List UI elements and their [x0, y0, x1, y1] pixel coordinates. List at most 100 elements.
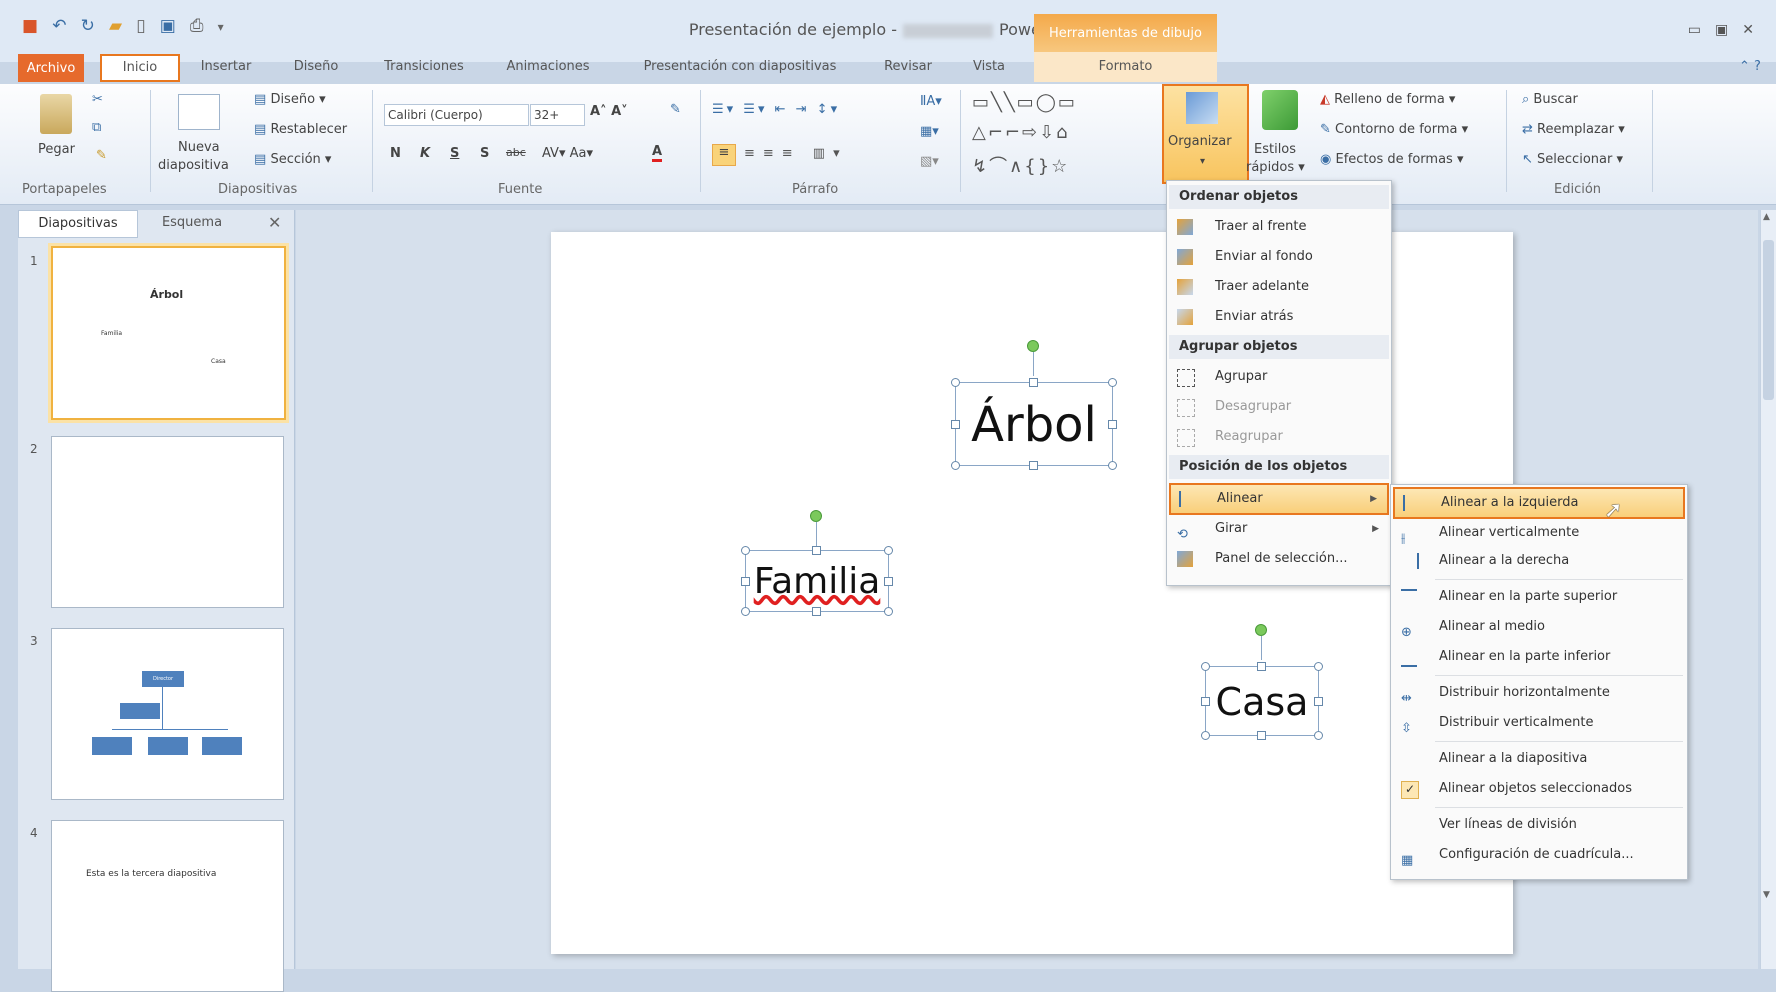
buscar-button[interactable]: ⌕ Buscar [1522, 92, 1578, 107]
submenu-item-configuracion-cuadricula[interactable]: ▦ Configuración de cuadrícula... [1393, 841, 1685, 869]
menu-item-panel-seleccion[interactable]: Panel de selección... [1169, 545, 1389, 573]
format-painter-icon[interactable]: ✎ [96, 148, 107, 163]
restablecer-button[interactable]: ▤ Restablecer [254, 122, 347, 137]
menu-item-girar[interactable]: ⟲ Girar ▶ [1169, 515, 1389, 543]
tab-transiciones[interactable]: Transiciones [376, 52, 472, 82]
align-left-icon [1403, 495, 1421, 511]
seccion-button[interactable]: ▤ Sección ▾ [254, 152, 331, 167]
maximize-icon[interactable]: ▣ [1715, 22, 1742, 38]
tab-insertar[interactable]: Insertar [196, 52, 256, 82]
tab-presentacion[interactable]: Presentación con diapositivas [630, 52, 850, 82]
font-color-icon[interactable]: A [652, 144, 663, 162]
diseno-button[interactable]: ▤ Diseño ▾ [254, 92, 326, 107]
submenu-item-alinear-medio[interactable]: ⊕ Alinear al medio [1393, 613, 1685, 641]
submenu-item-ver-lineas[interactable]: Ver líneas de división [1393, 811, 1685, 839]
menu-item-traer-adelante[interactable]: Traer adelante [1169, 273, 1389, 301]
rapidos-label[interactable]: rápidos ▾ [1246, 160, 1305, 175]
close-panel-icon[interactable]: ✕ [268, 210, 281, 236]
menu-item-enviar-al-fondo[interactable]: Enviar al fondo [1169, 243, 1389, 271]
slide-number: 3 [30, 634, 38, 648]
underline-button[interactable]: S [450, 146, 459, 161]
new-slide-icon[interactable] [178, 94, 220, 130]
shapes-gallery-row2[interactable]: △⌐⌐⇨⇩⌂ [972, 122, 1070, 143]
shape-familia[interactable]: Familia [745, 550, 889, 612]
shape-arbol[interactable]: Árbol [955, 382, 1113, 466]
strikethrough-button[interactable]: abc [506, 146, 526, 159]
tab-diapositivas[interactable]: Diapositivas [18, 210, 138, 238]
vertical-scrollbar[interactable]: ▲ ▼ [1760, 210, 1776, 969]
submenu-item-distribuir-horizontal[interactable]: ⇹ Distribuir horizontalmente [1393, 679, 1685, 707]
select-arrow-icon: ↖ [1522, 152, 1533, 167]
smartart-icon[interactable]: ▧▾ [920, 154, 939, 169]
align-left-icon[interactable]: ≡ [712, 144, 736, 166]
tab-vista[interactable]: Vista [964, 52, 1014, 82]
tab-esquema[interactable]: Esquema [140, 210, 244, 236]
copy-icon[interactable]: ⧉ [92, 120, 101, 135]
slide-thumbnail-2[interactable] [51, 436, 284, 608]
submenu-item-distribuir-vertical[interactable]: ⇳ Distribuir verticalmente [1393, 709, 1685, 737]
scrollbar-thumb[interactable] [1763, 240, 1774, 400]
reemplazar-button[interactable]: ⇄ Reemplazar ▾ [1522, 122, 1625, 137]
shape-casa[interactable]: Casa [1205, 666, 1319, 736]
quick-styles-icon[interactable] [1262, 90, 1298, 130]
tab-formato[interactable]: Formato [1034, 52, 1217, 82]
tab-revisar[interactable]: Revisar [878, 52, 938, 82]
submenu-item-alinear-derecha[interactable]: Alinear a la derecha [1393, 547, 1685, 575]
seleccionar-button[interactable]: ↖ Seleccionar ▾ [1522, 152, 1623, 167]
rotate-handle[interactable] [1027, 340, 1039, 352]
tab-diseno[interactable]: Diseño [286, 52, 346, 82]
italic-button[interactable]: K [420, 146, 430, 161]
submenu-item-alinear-objetos-seleccionados[interactable]: ✓ Alinear objetos seleccionados [1393, 775, 1685, 803]
submenu-item-alinear-inferior[interactable]: Alinear en la parte inferior [1393, 643, 1685, 671]
submenu-item-alinear-superior[interactable]: Alinear en la parte superior [1393, 583, 1685, 611]
scroll-up-icon[interactable]: ▲ [1763, 212, 1770, 222]
grow-font-icon[interactable]: A˄ A˅ [590, 104, 628, 119]
shadow-button[interactable]: S [480, 146, 489, 161]
align-buttons[interactable]: ≡≡≡ ▥▾ [744, 146, 848, 161]
menu-item-alinear[interactable]: Alinear ▶ [1169, 483, 1389, 515]
rotate-handle[interactable] [1255, 624, 1267, 636]
paste-icon[interactable] [40, 94, 72, 134]
bold-button[interactable]: N [390, 146, 401, 161]
slide-thumbnail-4[interactable]: Esta es la tercera diapositiva [51, 820, 284, 992]
checkmark-icon: ✓ [1401, 781, 1419, 799]
shapes-gallery[interactable]: ▭╲╲▭◯▭ [972, 92, 1077, 113]
submenu-item-alinear-verticalmente[interactable]: ⫲ Alinear verticalmente [1393, 519, 1685, 547]
menu-item-enviar-atras[interactable]: Enviar atrás [1169, 303, 1389, 331]
paste-label[interactable]: Pegar [38, 142, 75, 157]
new-slide-label-2[interactable]: diapositiva [158, 158, 229, 173]
submenu-arrow-icon: ▶ [1372, 524, 1379, 534]
shapes-gallery-row3[interactable]: ↯⌒∧{}☆ [972, 152, 1069, 178]
slide-thumbnail-1[interactable]: Árbol Familia Casa [48, 243, 289, 423]
estilos-label[interactable]: Estilos [1254, 142, 1296, 157]
contorno-de-forma-button[interactable]: ✎ Contorno de forma ▾ [1320, 122, 1468, 137]
new-slide-label[interactable]: Nueva [178, 140, 220, 155]
close-window-icon[interactable]: ✕ [1742, 22, 1768, 38]
efectos-de-formas-button[interactable]: ◉ Efectos de formas ▾ [1320, 152, 1463, 167]
menu-item-agrupar[interactable]: Agrupar [1169, 363, 1389, 391]
distribute-horizontal-icon: ⇹ [1401, 691, 1412, 706]
relleno-de-forma-button[interactable]: ◭ Relleno de forma ▾ [1320, 92, 1455, 107]
align-text-icon[interactable]: ▦▾ [920, 124, 939, 139]
submenu-item-alinear-diapositiva[interactable]: Alinear a la diapositiva [1393, 745, 1685, 773]
font-size-select[interactable]: 32+ [530, 104, 585, 126]
minimize-icon[interactable]: ▭ [1688, 22, 1715, 38]
char-spacing-icon[interactable]: AV▾ Aa▾ [542, 146, 593, 161]
organizar-button[interactable]: Organizar ▾ [1162, 84, 1249, 184]
window-controls[interactable]: ▭▣✕ [1688, 22, 1768, 38]
help-icon[interactable]: ⌃ ? [1730, 52, 1770, 82]
font-name-select[interactable]: Calibri (Cuerpo) [384, 104, 529, 126]
text-direction-icon[interactable]: ⅡA▾ [920, 94, 942, 109]
tab-animaciones[interactable]: Animaciones [500, 52, 596, 82]
submenu-item-alinear-izquierda[interactable]: Alinear a la izquierda [1393, 487, 1685, 519]
clear-format-icon[interactable]: ✎ [670, 102, 681, 117]
document-name: Presentación de ejemplo [688, 20, 887, 39]
scroll-down-icon[interactable]: ▼ [1763, 890, 1770, 900]
tab-inicio[interactable]: Inicio [100, 54, 180, 82]
slide-thumbnail-3[interactable]: Director [51, 628, 284, 800]
rotate-handle[interactable] [810, 510, 822, 522]
list-buttons[interactable]: ☰▾ ☰▾ ⇤ ⇥ ↕▾ [712, 102, 840, 117]
tab-archivo[interactable]: Archivo [18, 54, 84, 82]
cut-icon[interactable]: ✂ [92, 92, 103, 107]
menu-item-traer-al-frente[interactable]: Traer al frente [1169, 213, 1389, 241]
